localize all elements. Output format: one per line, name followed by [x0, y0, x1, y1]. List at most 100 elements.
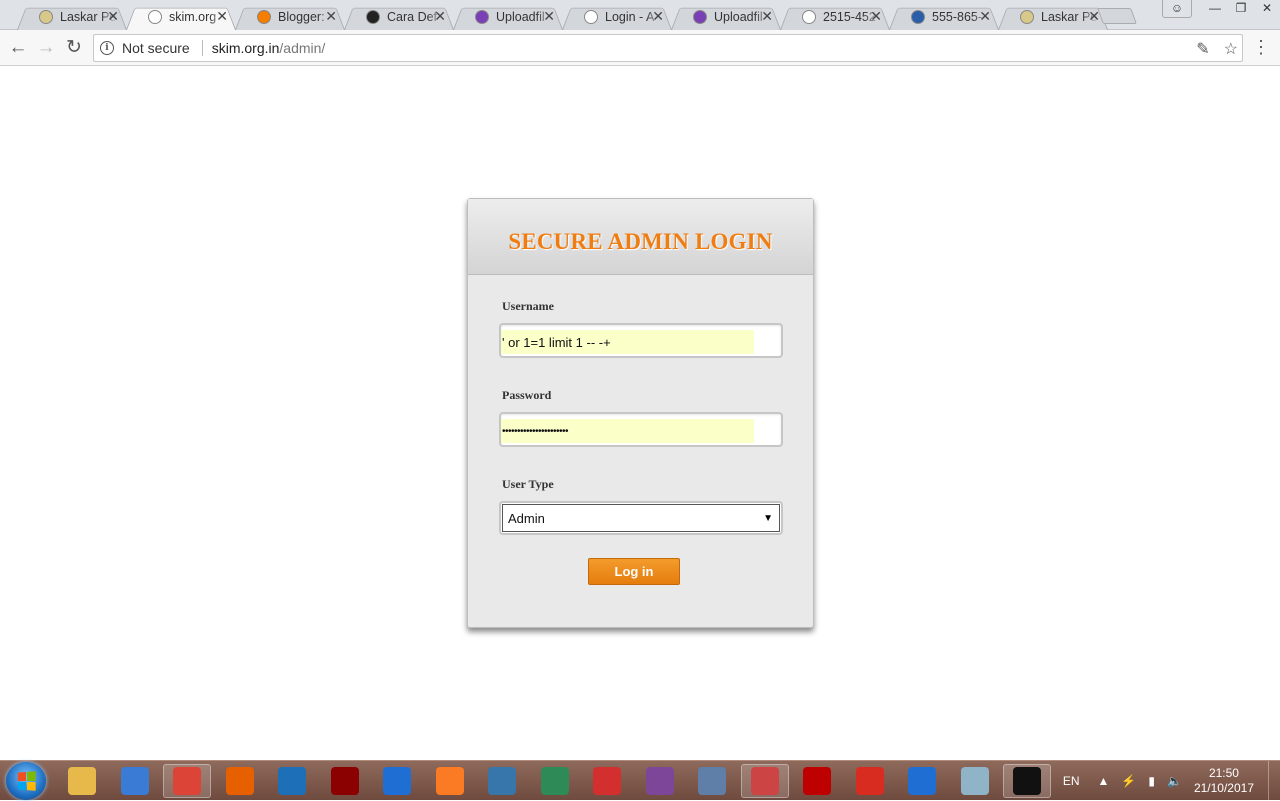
taskbar-app-xampp[interactable] — [426, 764, 474, 798]
window-app-icon — [698, 767, 726, 795]
browser-tab[interactable]: Blogger: ✕ — [235, 3, 345, 30]
red-dots-app-icon — [593, 767, 621, 795]
usertype-select[interactable]: Admin ▼ — [499, 501, 783, 535]
taskbar-app-windows-explorer[interactable] — [58, 764, 106, 798]
password-field[interactable]: •••••••••••••••••••••• — [499, 412, 783, 447]
browser-tab[interactable]: Uploadfil ✕ — [671, 3, 781, 30]
taskbar-app-wireshark[interactable] — [373, 764, 421, 798]
login-button[interactable]: Log in — [588, 558, 680, 585]
tab-close-icon[interactable]: ✕ — [1088, 8, 1100, 25]
browser-tab[interactable]: 555-865- ✕ — [889, 3, 999, 30]
restore-button[interactable]: ❐ — [1228, 0, 1254, 18]
taskbar-app-window-app[interactable] — [688, 764, 736, 798]
taskbar-app-python[interactable] — [478, 764, 526, 798]
browser-tab[interactable]: Cara Def ✕ — [344, 3, 454, 30]
browser-tab[interactable]: Laskar Pe ✕ — [998, 3, 1108, 30]
taskbar-app-red-dots-app[interactable] — [583, 764, 631, 798]
tab-close-icon[interactable]: ✕ — [107, 8, 119, 25]
taskbar-app-tor-app[interactable] — [636, 764, 684, 798]
language-indicator[interactable]: EN — [1063, 774, 1080, 788]
login-header: SECURE ADMIN LOGIN — [468, 199, 813, 275]
start-button[interactable] — [6, 762, 46, 800]
tab-close-icon[interactable]: ✕ — [434, 8, 446, 25]
taskbar-app-notepad-app[interactable] — [951, 764, 999, 798]
blogger-icon — [257, 9, 271, 24]
usertype-value[interactable]: Admin — [508, 511, 545, 526]
taskbar-app-redis-app[interactable] — [846, 764, 894, 798]
tab-close-icon[interactable]: ✕ — [325, 8, 337, 25]
browser-toolbar: ← → ↻ i Not secure skim.org.in/admin/ ✎ … — [0, 30, 1280, 66]
url-path[interactable]: /admin/ — [279, 40, 325, 56]
notepad-app-icon — [960, 767, 989, 795]
clock[interactable]: 21:50 21/10/2017 — [1194, 766, 1254, 796]
menu-icon[interactable]: ⋮ — [1252, 38, 1270, 56]
browser-tab[interactable]: Login - A ✕ — [562, 3, 672, 30]
browser-tab[interactable]: Laskar Pe ✕ — [17, 3, 127, 30]
taskbar-app-wireshark[interactable] — [898, 764, 946, 798]
media-player-icon — [120, 767, 149, 795]
upload-icon — [693, 9, 707, 24]
browser-tab[interactable]: skim.org ✕ — [126, 3, 236, 30]
tab-close-icon[interactable]: ✕ — [652, 8, 664, 25]
security-label[interactable]: Not secure — [122, 40, 190, 56]
clock-date: 21/10/2017 — [1193, 781, 1254, 795]
page-title: SECURE ADMIN LOGIN — [508, 228, 773, 254]
redis-app-icon — [855, 767, 884, 795]
taskbar-app-media-player[interactable] — [111, 764, 159, 798]
tab-close-icon[interactable]: ✕ — [761, 8, 773, 25]
star-icon[interactable]: ☆ — [1224, 39, 1238, 59]
cmd-icon — [1013, 767, 1041, 795]
taskbar-app-cmd[interactable] — [1003, 764, 1051, 798]
tab-close-icon[interactable]: ✕ — [979, 8, 991, 25]
tab-close-icon[interactable]: ✕ — [543, 8, 555, 25]
taskbar-app-network-tool[interactable] — [531, 764, 579, 798]
back-arrow-icon[interactable]: ← — [6, 36, 30, 60]
tab-close-icon[interactable]: ✕ — [216, 8, 228, 25]
tray-expand-icon[interactable]: ▲ — [1098, 774, 1110, 788]
username-value[interactable]: ' or 1=1 limit 1 -- -+ — [501, 330, 754, 354]
tor-app-icon — [645, 767, 674, 795]
reload-icon[interactable]: ↻ — [62, 36, 86, 60]
volume-icon[interactable]: 🔈 — [1167, 774, 1182, 788]
address-bar[interactable]: i Not secure skim.org.in/admin/ ✎ ☆ — [93, 34, 1243, 62]
taskbar-app-chrome[interactable] — [163, 764, 211, 798]
windows-explorer-icon — [68, 767, 96, 795]
signal-icon[interactable]: ▮ — [1148, 774, 1155, 788]
profile-icon[interactable]: ☺ — [1162, 0, 1192, 18]
minimize-button[interactable]: — — [1202, 0, 1228, 18]
system-tray: EN ▲ ⚡ ▮ 🔈 21:50 21/10/2017 — [1063, 761, 1280, 801]
close-window-button[interactable]: ✕ — [1254, 0, 1280, 18]
firefox-icon — [225, 767, 254, 795]
username-label: Username — [502, 299, 554, 313]
power-icon[interactable]: ⚡ — [1121, 774, 1136, 788]
taskbar-app-firefox[interactable] — [216, 764, 264, 798]
browser-tab[interactable]: Uploadfil ✕ — [453, 3, 563, 30]
username-field[interactable]: ' or 1=1 limit 1 -- -+ — [499, 323, 783, 358]
taskbar-app-virtualbox[interactable] — [268, 764, 316, 798]
page-icon — [148, 9, 162, 24]
js-icon — [911, 9, 925, 24]
new-tab-button[interactable] — [1097, 8, 1137, 24]
divider — [201, 40, 203, 56]
taskbar-app-radiation-app[interactable] — [321, 764, 369, 798]
taskbar: EN ▲ ⚡ ▮ 🔈 21:50 21/10/2017 — [0, 760, 1280, 801]
password-value[interactable]: •••••••••••••••••••••• — [501, 419, 754, 443]
taskbar-app-filezilla[interactable] — [793, 764, 841, 798]
paintbrush-icon[interactable]: ✎ — [1196, 39, 1209, 59]
taskbar-app-snipping-tool[interactable] — [740, 764, 789, 798]
pkp-icon — [802, 9, 816, 24]
snipping-tool-icon — [750, 767, 779, 795]
smiley-icon — [39, 9, 53, 24]
login-panel: SECURE ADMIN LOGIN Username ' or 1=1 lim… — [467, 198, 814, 628]
network-tool-icon — [540, 767, 569, 795]
show-desktop-button[interactable] — [1268, 761, 1280, 801]
browser-tab[interactable]: 2515-452 ✕ — [780, 3, 890, 30]
dropdown-arrow-icon[interactable]: ▼ — [763, 513, 773, 524]
info-icon[interactable]: i — [100, 41, 114, 55]
password-label: Password — [502, 388, 552, 402]
url-host[interactable]: skim.org.in — [212, 40, 280, 56]
terminal-icon — [366, 9, 380, 24]
wireshark-icon — [908, 767, 936, 795]
tab-close-icon[interactable]: ✕ — [870, 8, 882, 25]
forward-arrow-icon[interactable]: → — [34, 36, 58, 60]
